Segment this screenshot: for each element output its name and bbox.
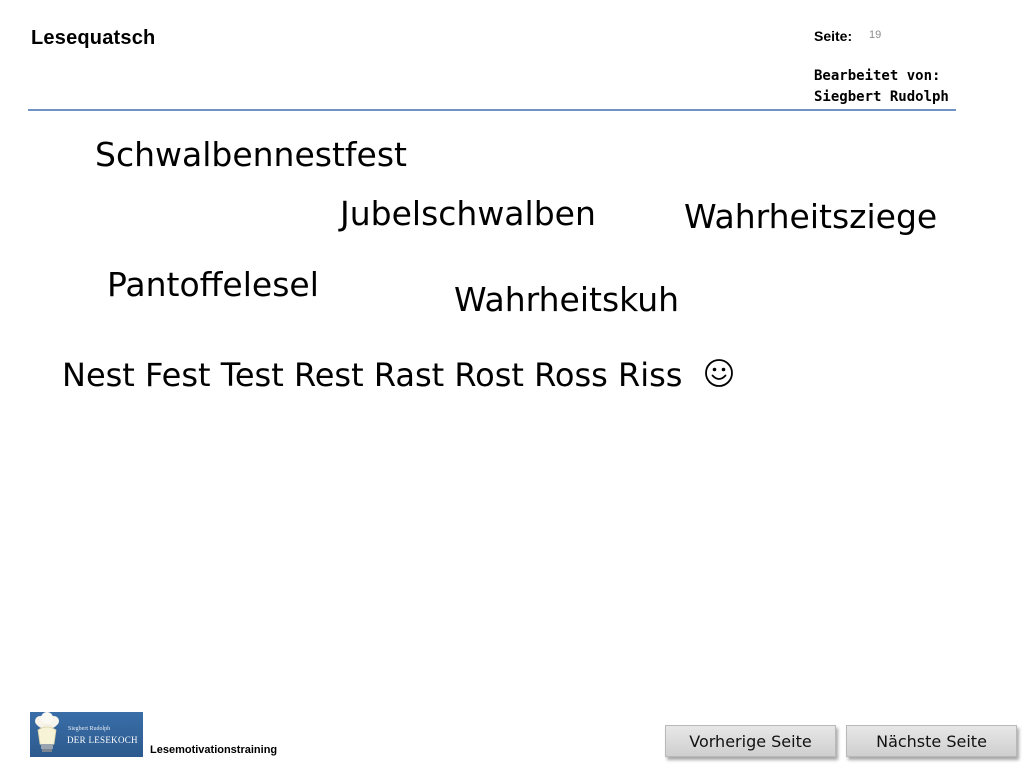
- word-wahrheitskuh: Wahrheitskuh: [454, 280, 680, 319]
- footer-label: Lesemotivationstraining: [150, 744, 278, 756]
- page-number: 19: [869, 29, 882, 41]
- word-chain-row: Nest Fest Test Rest Rast Rost Ross Riss: [62, 355, 734, 395]
- edited-by-label: Bearbeitet von:: [814, 68, 941, 84]
- word-jubelschwalben: Jubelschwalben: [340, 194, 596, 233]
- smiley-icon: [705, 359, 734, 387]
- word-wahrheitsziege: Wahrheitsziege: [684, 197, 938, 236]
- header-divider: [28, 109, 956, 111]
- author-block: Bearbeitet von: Siegbert Rudolph: [814, 66, 949, 108]
- logo-main-text: DER LESEKOCH: [67, 735, 138, 745]
- page-title: Lesequatsch: [31, 27, 156, 49]
- word-pantoffelesel: Pantoffelesel: [107, 265, 319, 304]
- logo-small-text: Siegbert Rudolph: [68, 726, 111, 732]
- previous-page-button[interactable]: Vorherige Seite: [665, 725, 836, 757]
- word-schwalbennestfest: Schwalbennestfest: [95, 135, 407, 174]
- lesekoch-logo: Siegbert Rudolph DER LESEKOCH: [30, 712, 143, 757]
- edited-by-name: Siegbert Rudolph: [814, 89, 949, 105]
- next-page-button[interactable]: Nächste Seite: [846, 725, 1017, 757]
- lightbulb-chef-icon: [35, 712, 59, 752]
- word-chain: Nest Fest Test Rest Rast Rost Ross Riss: [62, 356, 683, 394]
- page-label: Seite:: [814, 28, 853, 44]
